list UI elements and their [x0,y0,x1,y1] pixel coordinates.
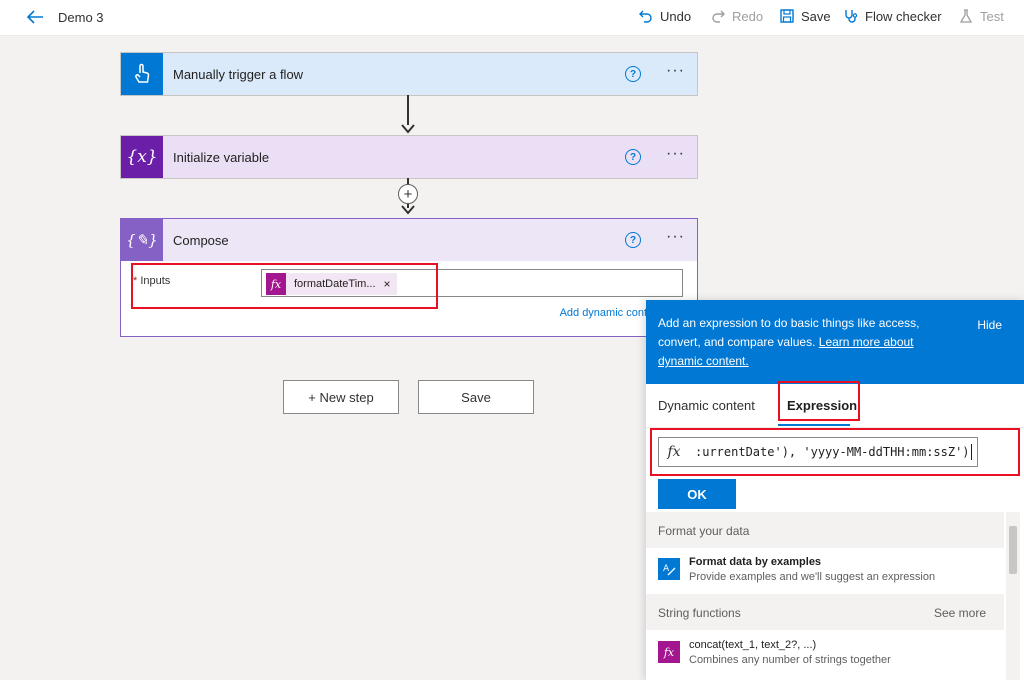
more-options-icon[interactable]: ··· [666,145,685,163]
flow-checker-label: Flow checker [865,8,942,24]
undo-button[interactable]: Undo [638,8,691,24]
save-icon [780,9,794,23]
test-button[interactable]: Test [958,8,1004,24]
list-item-title: concat(text_1, text_2?, ...) [689,639,817,651]
top-toolbar: Demo 3 Undo Redo Save Flow checker Test [0,0,1024,36]
insert-step-plus-icon[interactable]: + [398,184,418,204]
save-toolbar-button[interactable]: Save [779,8,831,24]
section-title: Format your data [658,524,750,538]
redo-icon [712,10,725,23]
section-header-format-data: Format your data [646,512,1004,548]
panel-scrollbar[interactable] [1006,512,1020,680]
new-step-button[interactable]: + New step [283,380,399,414]
more-options-icon[interactable]: ··· [666,228,685,246]
section-title: String functions [658,606,741,620]
connector-arrow-icon [401,205,415,215]
panel-banner: Add an expression to do basic things lik… [646,300,1024,384]
flask-icon [959,9,973,23]
save-label: Save [801,8,831,24]
highlight-box-expression-input [650,428,1020,476]
redo-button[interactable]: Redo [710,8,763,24]
initialize-variable-card[interactable]: {x} Initialize variable ? ··· [120,135,698,179]
format-by-example-icon: A [658,558,680,580]
save-button[interactable]: Save [418,380,534,414]
list-item[interactable]: fx concat(text_1, text_2?, ...) Combines… [646,631,1004,671]
more-options-icon[interactable]: ··· [666,62,685,80]
flow-checker-button[interactable]: Flow checker [843,8,942,24]
compose-title: Compose [173,232,229,248]
scrollbar-thumb[interactable] [1009,526,1017,574]
touch-icon [121,53,163,95]
list-item-description: Combines any number of strings together [689,654,891,666]
list-item-title: Format data by examples [689,556,822,568]
help-icon[interactable]: ? [625,66,641,82]
list-item[interactable]: A Format data by examples Provide exampl… [646,548,1004,588]
redo-label: Redo [732,8,764,24]
help-icon[interactable]: ? [625,149,641,165]
flow-name: Demo 3 [58,10,104,25]
highlight-box-inputs [131,263,438,309]
help-icon[interactable]: ? [625,232,641,248]
list-item-description: Provide examples and we'll suggest an ex… [689,571,936,583]
connector-line [407,95,409,125]
back-arrow-icon[interactable] [24,6,46,28]
compose-icon: {✎} [121,219,163,261]
highlight-box-expression-tab [778,381,860,421]
function-fx-icon: fx [658,641,680,663]
hide-button[interactable]: Hide [977,316,1002,335]
undo-icon [639,10,652,23]
stethoscope-icon [845,10,858,23]
connector-arrow-icon [401,124,415,134]
ok-button[interactable]: OK [658,479,736,509]
add-dynamic-content-link[interactable]: Add dynamic cont [560,307,647,319]
tab-dynamic-content[interactable]: Dynamic content [658,398,755,413]
test-label: Test [980,8,1004,24]
svg-text:A: A [663,564,670,574]
variable-icon: {x} [121,136,163,178]
trigger-card[interactable]: Manually trigger a flow ? ··· [120,52,698,96]
dynamic-content-panel: Add an expression to do basic things lik… [646,300,1024,680]
section-header-string-functions: String functions See more [646,594,1004,630]
initialize-variable-title: Initialize variable [173,149,270,165]
undo-label: Undo [660,8,692,24]
active-tab-indicator [778,424,850,426]
see-more-link[interactable]: See more [934,606,986,620]
trigger-title: Manually trigger a flow [173,66,304,82]
